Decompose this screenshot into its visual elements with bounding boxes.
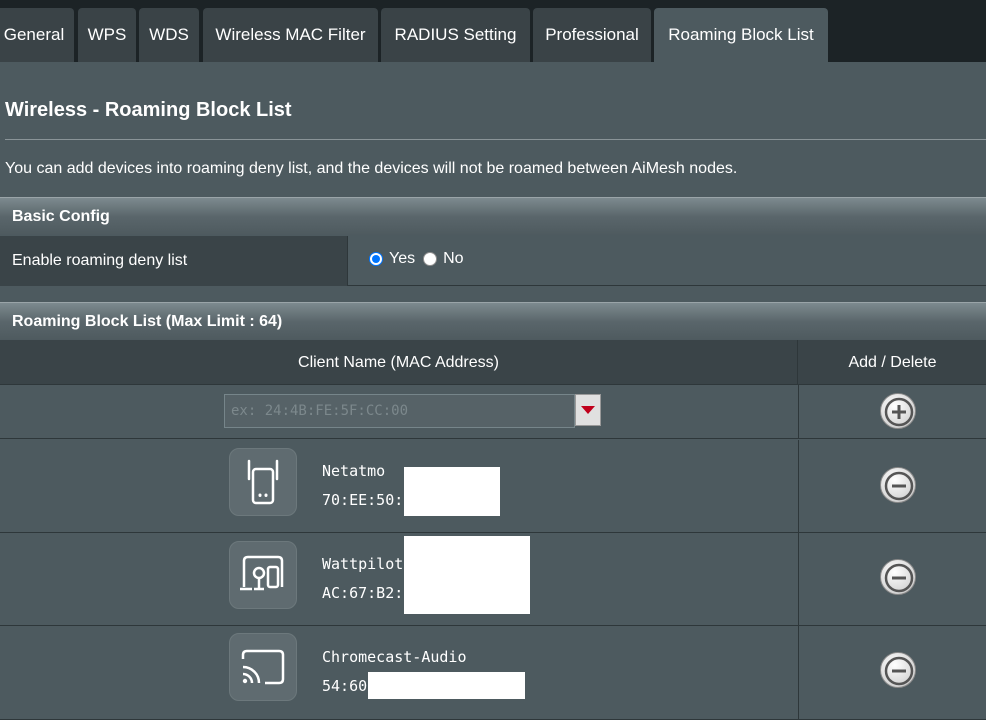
plug-device-icon[interactable] bbox=[229, 541, 297, 609]
table-row: Netatmo 70:EE:50: bbox=[0, 440, 986, 533]
redaction-box bbox=[404, 536, 530, 614]
tab-radius-setting[interactable]: RADIUS Setting bbox=[381, 8, 530, 62]
minus-icon bbox=[884, 563, 914, 593]
block-list-title: Roaming Block List (Max Limit : 64) bbox=[12, 312, 283, 330]
column-divider bbox=[798, 626, 799, 719]
column-divider bbox=[798, 385, 799, 438]
block-list-column-header: Client Name (MAC Address) Add / Delete bbox=[0, 340, 986, 385]
tab-wireless-mac-filter[interactable]: Wireless MAC Filter bbox=[203, 8, 378, 62]
add-client-row: ex: 24:4B:FE:5F:CC:00 bbox=[0, 385, 986, 439]
enable-roaming-deny-row: Enable roaming deny list Yes No bbox=[0, 236, 986, 286]
tab-bar: General WPS WDS Wireless MAC Filter RADI… bbox=[0, 0, 986, 62]
delete-client-button[interactable] bbox=[880, 559, 916, 595]
redaction-box bbox=[368, 672, 525, 699]
mac-address-input[interactable]: ex: 24:4B:FE:5F:CC:00 bbox=[224, 394, 575, 428]
basic-config-title: Basic Config bbox=[12, 207, 110, 225]
table-row: Chromecast-Audio 54:60 bbox=[0, 626, 986, 720]
tab-roaming-block-list[interactable]: Roaming Block List bbox=[654, 8, 828, 62]
tab-general[interactable]: General bbox=[0, 8, 74, 62]
table-row: Wattpilot AC:67:B2: bbox=[0, 533, 986, 626]
enable-roaming-deny-label: Enable roaming deny list bbox=[0, 236, 348, 286]
basic-config-header: Basic Config bbox=[0, 197, 986, 235]
client-name: Netatmo bbox=[322, 462, 386, 480]
plus-icon bbox=[884, 397, 914, 427]
client-mac: 70:EE:50: bbox=[322, 491, 404, 509]
column-client-name: Client Name (MAC Address) bbox=[0, 340, 798, 385]
page-description: You can add devices into roaming deny li… bbox=[5, 160, 738, 177]
cast-icon[interactable] bbox=[229, 633, 297, 701]
delete-client-button[interactable] bbox=[880, 652, 916, 688]
tab-wps[interactable]: WPS bbox=[78, 8, 136, 62]
block-list-header: Roaming Block List (Max Limit : 64) bbox=[0, 302, 986, 340]
client-name: Chromecast-Audio bbox=[322, 648, 467, 666]
client-name: Wattpilot bbox=[322, 555, 404, 573]
range-extender-icon[interactable] bbox=[229, 448, 297, 516]
radio-yes[interactable] bbox=[369, 252, 383, 266]
client-dropdown-button[interactable] bbox=[575, 394, 601, 426]
column-divider bbox=[798, 533, 799, 625]
client-mac: 54:60 bbox=[322, 677, 368, 695]
column-add-delete: Add / Delete bbox=[848, 353, 937, 371]
tab-professional[interactable]: Professional bbox=[533, 8, 651, 62]
column-divider bbox=[798, 440, 799, 532]
page-title: Wireless - Roaming Block List bbox=[5, 99, 292, 121]
client-mac: AC:67:B2: bbox=[322, 584, 404, 602]
title-divider bbox=[5, 139, 986, 140]
redaction-box bbox=[404, 467, 500, 516]
minus-icon bbox=[884, 656, 914, 686]
enable-radio-group: Yes No bbox=[369, 250, 472, 268]
delete-client-button[interactable] bbox=[880, 467, 916, 503]
minus-icon bbox=[884, 471, 914, 501]
radio-no[interactable] bbox=[423, 252, 438, 266]
radio-yes-label[interactable]: Yes bbox=[389, 250, 415, 268]
tab-wds[interactable]: WDS bbox=[139, 8, 199, 62]
add-client-button[interactable] bbox=[880, 393, 916, 429]
radio-no-label[interactable]: No bbox=[443, 250, 463, 268]
dropdown-arrow-icon bbox=[581, 406, 595, 414]
